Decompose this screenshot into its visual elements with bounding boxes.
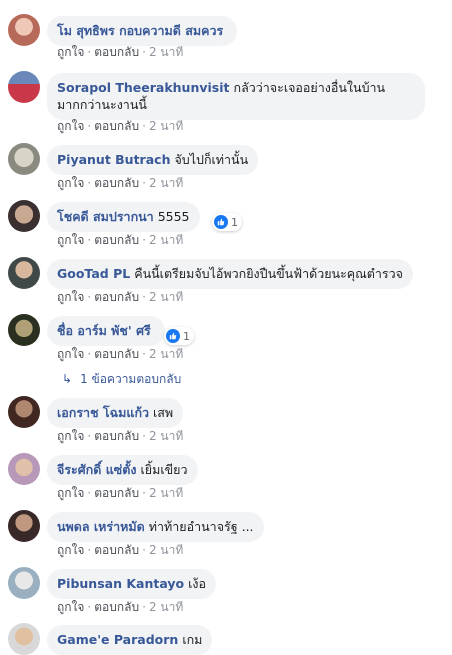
comment-actions: ถูกใจ · ตอบกลับ · 2 นาที — [57, 429, 184, 443]
comment-bubble: Piyanut Butrach จับไปก็เท่านั้น — [47, 145, 259, 175]
comment-text: จับไปก็เท่านั้น — [174, 152, 249, 167]
comment-text: ท่าท้ายอำนาจรัฐ ... — [148, 519, 254, 534]
avatar[interactable] — [8, 143, 40, 175]
comment-text: เกม — [182, 632, 203, 647]
comment-author[interactable]: Piyanut Butrach — [57, 152, 170, 167]
like-link[interactable]: ถูกใจ — [57, 347, 84, 361]
comment-actions: ถูกใจ · ตอบกลับ · 2 นาที — [57, 600, 184, 614]
comment-time[interactable]: 2 นาที — [149, 543, 183, 557]
comment-time[interactable]: 2 นาที — [149, 486, 183, 500]
comment-actions: ถูกใจ · ตอบกลับ · 2 นาที — [57, 45, 184, 59]
avatar[interactable] — [8, 396, 40, 428]
like-link[interactable]: ถูกใจ — [57, 119, 84, 133]
reply-link[interactable]: ตอบกลับ — [94, 347, 139, 361]
comment-author[interactable]: เอกราช โฉมแก้ว — [57, 405, 149, 420]
comment-author[interactable]: Sorapol Theerakhunvisit — [57, 80, 230, 95]
avatar[interactable] — [8, 14, 40, 46]
comment-text: มากกว่านะงานนี้ — [57, 97, 147, 112]
comment-bubble: นพดล เหร่าหมัด ท่าท้ายอำนาจรัฐ ... — [47, 512, 264, 542]
reply-link[interactable]: ตอบกลับ — [94, 290, 139, 304]
reply-link[interactable]: ตอบกลับ — [94, 119, 139, 133]
view-replies-link[interactable]: ↳ 1 ข้อความตอบกลับ — [62, 371, 181, 387]
reply-link[interactable]: ตอบกลับ — [94, 600, 139, 614]
comment-author[interactable]: GooTad PL — [57, 266, 130, 281]
reply-link[interactable]: ตอบกลับ — [94, 486, 139, 500]
comment-author[interactable]: Pibunsan Kantayo — [57, 576, 184, 591]
comment-text: กลัวว่าจะเจออย่างอื่นในบ้าน — [233, 80, 386, 95]
replies-count-text: 1 ข้อความตอบกลับ — [80, 372, 182, 386]
comment-author[interactable]: โม สุทธิพร กอบความดี สมควร — [57, 23, 223, 38]
avatar[interactable] — [8, 200, 40, 232]
reaction-count: 1 — [183, 329, 190, 343]
comment-actions: ถูกใจ · ตอบกลับ · 2 นาที — [57, 347, 184, 361]
comment-text: คืนนี้เตรียมจับไอ้พวกยิงปืนขึ้นฟ้าด้วยนะ… — [134, 266, 403, 281]
comment-actions: ถูกใจ · ตอบกลับ · 2 นาที — [57, 176, 184, 190]
comment-actions: ถูกใจ · ตอบกลับ · 2 นาที — [57, 290, 184, 304]
comment-bubble: จีระศักดิ์ แซ่ตั้ง เยิ้มเขียว — [47, 455, 198, 485]
comment-author[interactable]: นพดล เหร่าหมัด — [57, 519, 145, 534]
avatar[interactable] — [8, 71, 40, 103]
comment-text: เง้อ — [188, 576, 206, 591]
avatar[interactable] — [8, 510, 40, 542]
reply-link[interactable]: ตอบกลับ — [94, 543, 139, 557]
comment-time[interactable]: 2 นาที — [149, 176, 183, 190]
comment-bubble: Pibunsan Kantayo เง้อ — [47, 569, 216, 599]
comment-bubble: เอกราช โฉมแก้ว เสพ — [47, 398, 184, 428]
reply-link[interactable]: ตอบกลับ — [94, 176, 139, 190]
thumbs-up-icon — [214, 215, 228, 229]
comment-author[interactable]: โชคดี สมปรากนา — [57, 209, 154, 224]
comment-time[interactable]: 2 นาที — [149, 233, 183, 247]
comment-bubble: โม สุทธิพร กอบความดี สมควร — [47, 16, 238, 46]
comment-time[interactable]: 2 นาที — [149, 290, 183, 304]
reaction-badge[interactable]: 1 — [164, 327, 194, 345]
comment-time[interactable]: 2 นาที — [149, 45, 183, 59]
reply-arrow-icon: ↳ — [62, 372, 73, 386]
avatar[interactable] — [8, 314, 40, 346]
comment-bubble: Sorapol Theerakhunvisit กลัวว่าจะเจออย่าง… — [47, 73, 425, 120]
comment-author[interactable]: Game'e Paradorn — [57, 632, 178, 647]
reply-link[interactable]: ตอบกลับ — [94, 429, 139, 443]
comment-time[interactable]: 2 นาที — [149, 119, 183, 133]
comment-actions: ถูกใจ · ตอบกลับ · 2 นาที — [57, 543, 184, 557]
comment-time[interactable]: 2 นาที — [149, 600, 183, 614]
comment-actions: ถูกใจ · ตอบกลับ · 2 นาที — [57, 486, 184, 500]
like-link[interactable]: ถูกใจ — [57, 600, 84, 614]
comment-bubble: GooTad PL คืนนี้เตรียมจับไอ้พวกยิงปืนขึ้น… — [47, 259, 413, 289]
comment-bubble: ชื่อ อาร์ม พัช' ศรี — [47, 316, 165, 346]
like-link[interactable]: ถูกใจ — [57, 290, 84, 304]
avatar[interactable] — [8, 257, 40, 289]
reaction-count: 1 — [231, 215, 238, 229]
comment-bubble: โชคดี สมปรากนา 5555 — [47, 202, 200, 232]
reply-link[interactable]: ตอบกลับ — [94, 45, 139, 59]
comment-list: โม สุทธิพร กอบความดี สมควร ถูกใจ · ตอบกลับ… — [0, 0, 452, 655]
comment-bubble: Game'e Paradorn เกม — [47, 625, 213, 655]
reply-link[interactable]: ตอบกลับ — [94, 233, 139, 247]
comment-author[interactable]: จีระศักดิ์ แซ่ตั้ง — [57, 462, 137, 477]
comment-text: เสพ — [153, 405, 174, 420]
like-link[interactable]: ถูกใจ — [57, 486, 84, 500]
avatar[interactable] — [8, 567, 40, 599]
comment-time[interactable]: 2 นาที — [149, 429, 183, 443]
avatar[interactable] — [8, 453, 40, 485]
comment-text: เยิ้มเขียว — [140, 462, 188, 477]
avatar[interactable] — [8, 623, 40, 655]
comment-actions: ถูกใจ · ตอบกลับ · 2 นาที — [57, 233, 184, 247]
like-link[interactable]: ถูกใจ — [57, 543, 84, 557]
comment-actions: ถูกใจ · ตอบกลับ · 2 นาที — [57, 119, 184, 133]
comment-text: 5555 — [157, 209, 190, 224]
reaction-badge[interactable]: 1 — [212, 213, 242, 231]
like-link[interactable]: ถูกใจ — [57, 176, 84, 190]
like-link[interactable]: ถูกใจ — [57, 429, 84, 443]
like-link[interactable]: ถูกใจ — [57, 45, 84, 59]
thumbs-up-icon — [166, 329, 180, 343]
comment-author[interactable]: ชื่อ อาร์ม พัช' ศรี — [57, 323, 151, 338]
like-link[interactable]: ถูกใจ — [57, 233, 84, 247]
comment-time[interactable]: 2 นาที — [149, 347, 183, 361]
